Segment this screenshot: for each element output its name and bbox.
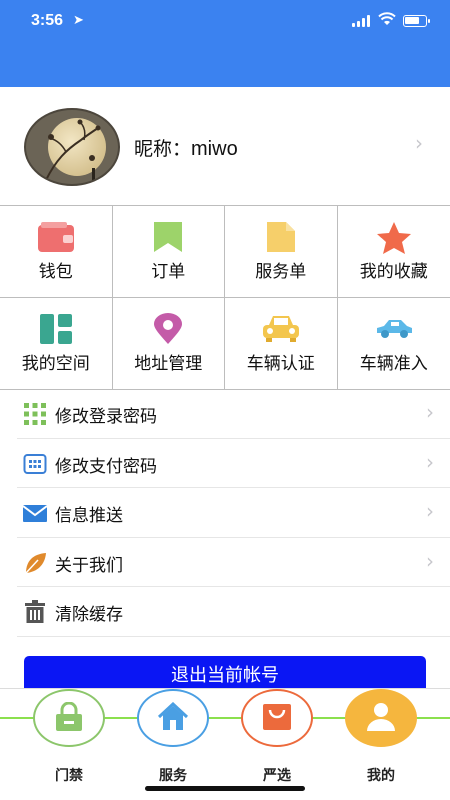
grid-dots-icon bbox=[24, 403, 46, 425]
menu-item-label: 清除缓存 bbox=[55, 605, 123, 625]
menu-item-label: 修改支付密码 bbox=[55, 456, 157, 477]
status-time: 3:56 bbox=[31, 12, 64, 29]
menu-item-clear-cache[interactable]: 清除缓存 bbox=[17, 587, 450, 637]
tab-label: 门禁 bbox=[55, 768, 83, 784]
menu-item-label: 信息推送 bbox=[55, 506, 123, 526]
menu-item-change-login-password[interactable]: 修改登录密码 › bbox=[17, 389, 450, 439]
app-header: 3:56 ➤ bbox=[0, 0, 450, 87]
leaf-icon bbox=[25, 552, 46, 574]
settings-menu: 修改登录密码 › 修改支付密码 › 信息推送 › 关于我们 › 清除缓存 bbox=[17, 389, 450, 637]
nickname-value: miwo bbox=[191, 138, 238, 160]
layout-icon bbox=[39, 314, 72, 344]
user-icon bbox=[367, 703, 395, 731]
car-side-icon bbox=[376, 320, 412, 338]
grid-item-orders[interactable]: 订单 bbox=[112, 206, 225, 298]
grid-item-label: 车辆认证 bbox=[246, 354, 315, 374]
wifi-icon bbox=[378, 12, 396, 25]
location-arrow-icon: ➤ bbox=[73, 13, 84, 28]
shopping-bag-icon bbox=[263, 704, 291, 730]
car-front-icon bbox=[262, 316, 299, 342]
menu-item-notifications[interactable]: 信息推送 › bbox=[17, 488, 450, 538]
grid-item-label: 服务单 bbox=[255, 262, 307, 282]
bottom-tab-bar: 门禁 服务 严选 我的 bbox=[0, 688, 450, 800]
grid-item-label: 我的空间 bbox=[21, 354, 90, 374]
grid-item-vehicle-access[interactable]: 车辆准入 bbox=[337, 298, 450, 390]
grid-item-address[interactable]: 地址管理 bbox=[112, 298, 225, 390]
tab-label: 服务 bbox=[159, 768, 187, 784]
star-icon bbox=[376, 222, 411, 254]
grid-item-label: 订单 bbox=[151, 262, 186, 282]
menu-item-about-us[interactable]: 关于我们 › bbox=[17, 538, 450, 587]
nickname-label: 昵称： bbox=[134, 138, 192, 160]
grid-item-wallet[interactable]: 钱包 bbox=[0, 206, 113, 298]
chevron-right-icon: › bbox=[415, 131, 423, 155]
tab-label: 我的 bbox=[367, 768, 395, 784]
home-indicator bbox=[145, 786, 305, 791]
tab-selected-goods[interactable]: 严选 bbox=[241, 689, 313, 800]
chevron-right-icon: › bbox=[426, 449, 434, 474]
document-icon bbox=[266, 222, 295, 252]
signal-icon bbox=[352, 15, 372, 27]
location-pin-icon bbox=[154, 313, 183, 344]
tab-access-control[interactable]: 门禁 bbox=[33, 689, 105, 800]
chevron-right-icon: › bbox=[426, 400, 434, 424]
grid-item-label: 钱包 bbox=[38, 262, 73, 282]
bookmark-icon bbox=[154, 222, 183, 252]
nickname: 昵称：miwo bbox=[134, 134, 238, 161]
wallet-icon bbox=[37, 222, 74, 252]
grid-item-vehicle-cert[interactable]: 车辆认证 bbox=[225, 298, 338, 390]
avatar[interactable] bbox=[24, 108, 120, 186]
menu-item-change-payment-password[interactable]: 修改支付密码 › bbox=[17, 439, 450, 488]
chevron-right-icon: › bbox=[426, 548, 434, 573]
tab-services[interactable]: 服务 bbox=[137, 689, 209, 800]
menu-item-label: 关于我们 bbox=[55, 555, 123, 576]
grid-item-label: 地址管理 bbox=[134, 354, 203, 374]
function-grid: 钱包 订单 服务单 我的收藏 我的空间 地址管理 车辆认证 车辆准入 bbox=[0, 205, 450, 390]
tab-mine[interactable]: 我的 bbox=[345, 689, 417, 800]
lock-icon bbox=[56, 702, 82, 731]
menu-item-label: 修改登录密码 bbox=[55, 407, 157, 427]
battery-icon bbox=[403, 15, 430, 27]
mail-icon bbox=[23, 505, 47, 522]
chevron-right-icon: › bbox=[426, 499, 434, 523]
profile-card[interactable]: 昵称：miwo › bbox=[0, 87, 450, 205]
grid-item-my-space[interactable]: 我的空间 bbox=[0, 298, 113, 390]
grid-item-label: 我的收藏 bbox=[359, 262, 428, 282]
grid-item-label: 车辆准入 bbox=[359, 354, 428, 374]
tab-label: 严选 bbox=[263, 768, 291, 784]
grid-item-favorites[interactable]: 我的收藏 bbox=[337, 206, 450, 298]
status-bar: 3:56 ➤ bbox=[0, 0, 450, 44]
home-icon bbox=[157, 702, 189, 730]
trash-icon bbox=[25, 600, 45, 623]
grid-item-service-order[interactable]: 服务单 bbox=[225, 206, 338, 298]
keypad-icon bbox=[23, 453, 47, 474]
